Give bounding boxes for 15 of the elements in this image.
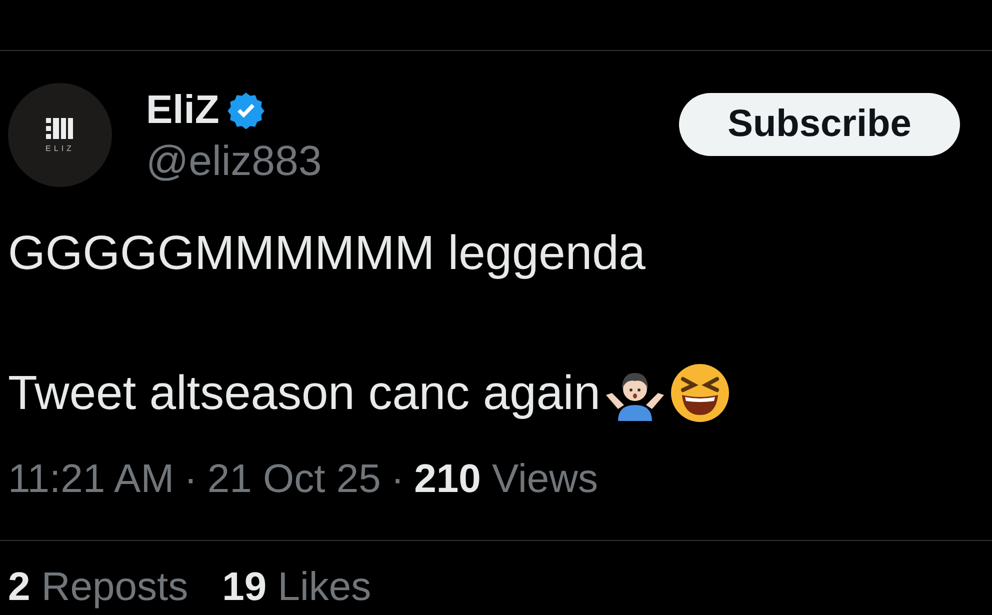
- views-count: 210 Views: [414, 457, 598, 502]
- avatar-logo-text: ELIZ: [46, 144, 74, 152]
- laughing-face-icon: [670, 363, 730, 423]
- author-handle[interactable]: @eliz883: [146, 137, 679, 185]
- bars-logo-icon: [46, 118, 74, 140]
- stat-link[interactable]: 19 Likes: [222, 565, 372, 609]
- separator-dot: ·: [390, 457, 404, 502]
- separator-dot: ·: [184, 457, 198, 502]
- subscribe-button[interactable]: Subscribe: [679, 93, 960, 156]
- post-text: GGGGGMMMMMM leggenda: [8, 226, 646, 280]
- post-date: 21 Oct 25: [207, 457, 381, 502]
- post-time: 11:21 AM: [8, 457, 174, 502]
- stat-link[interactable]: 2 Reposts: [8, 565, 188, 609]
- author-name[interactable]: EliZ: [146, 88, 220, 132]
- post-text: Tweet altseason canc again: [8, 366, 600, 420]
